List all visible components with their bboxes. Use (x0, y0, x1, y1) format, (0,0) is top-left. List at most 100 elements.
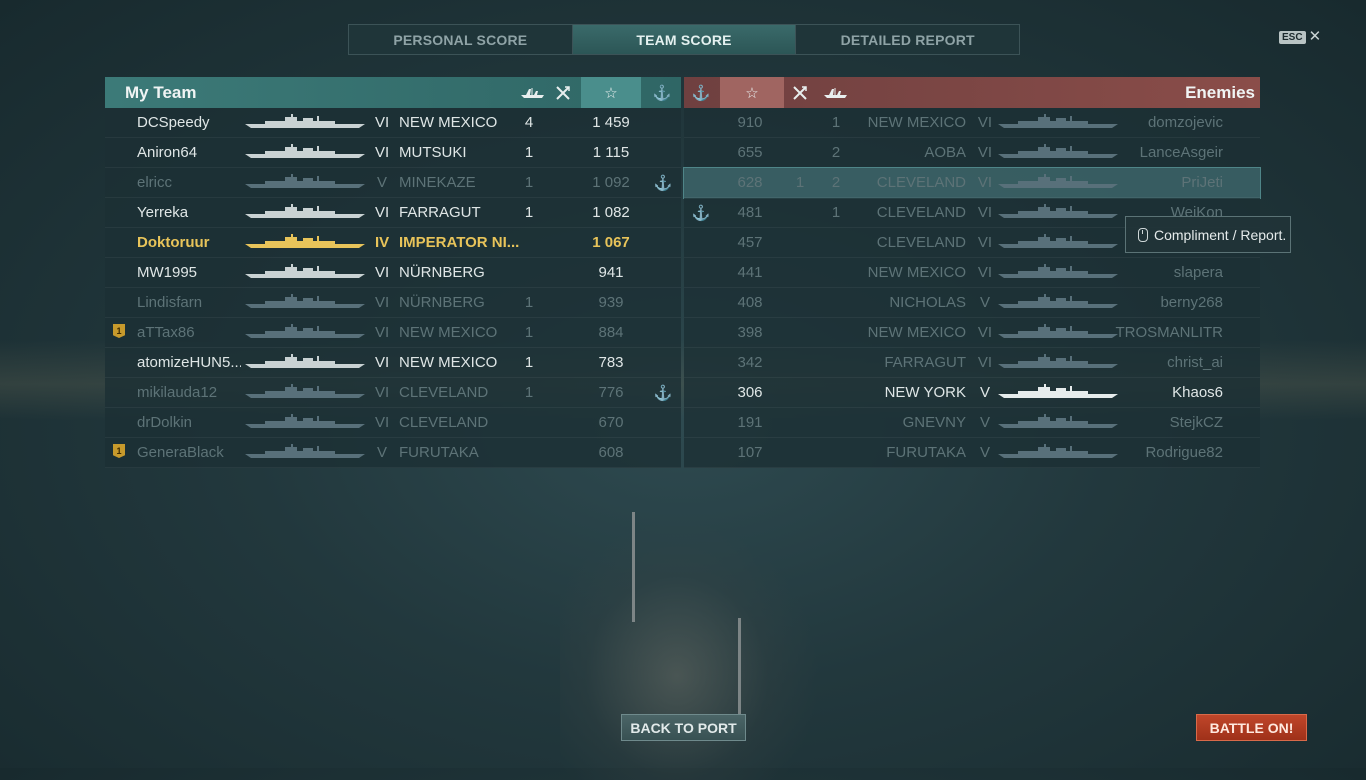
kills-count: 1 (524, 384, 534, 401)
rank-badge-icon: 1 (113, 324, 125, 338)
ship-name: GNEVNY (902, 414, 966, 431)
score-value: 398 (737, 324, 763, 341)
score-value: 783 (598, 354, 624, 371)
score-value: 408 (737, 294, 763, 311)
ship-tier: VI (375, 144, 390, 161)
ship-name: FURUTAKA (399, 444, 479, 461)
tab-personal-score[interactable]: PERSONAL SCORE (349, 25, 573, 54)
kills-count: 1 (524, 174, 534, 191)
player-name: Lindisfarn (137, 294, 203, 311)
score-value: 941 (598, 264, 624, 281)
player-row[interactable]: elricc V MINEKAZE 1 1 092 ⚓ (105, 168, 681, 198)
player-row[interactable]: drDolkin VI CLEVELAND 670 (105, 408, 681, 438)
anchor-icon: ⚓ (691, 205, 711, 222)
enemies-list: 910 1 NEW MEXICO VI domzojevic 655 2 AOBA VI Lanc… (683, 108, 1261, 468)
enemies-header: ⚓ ☆ Enemies (684, 77, 1260, 108)
player-row[interactable]: MW1995 VI NÜRNBERG 941 (105, 258, 681, 288)
ship-tier: V (376, 444, 387, 461)
player-name: aTTax86 (137, 324, 195, 341)
enemy-row[interactable]: 107 FURUTAKA V Rodrigue82 (684, 438, 1260, 468)
player-row[interactable]: 1 GeneraBlack V FURUTAKA 608 (105, 438, 681, 468)
player-name: slapera (1173, 264, 1223, 281)
ship-tier: VI (977, 234, 993, 251)
my-team-title: My Team (125, 83, 197, 102)
kills-count: 2 (831, 144, 841, 161)
score-star-icon[interactable]: ☆ (720, 77, 784, 108)
enemy-row[interactable]: 910 1 NEW MEXICO VI domzojevic (684, 108, 1260, 138)
ship-silhouette-icon (998, 294, 1118, 312)
my-team-header: My Team ☆ ⚓ (105, 77, 681, 108)
player-row[interactable]: 1 aTTax86 VI NEW MEXICO 1 884 (105, 318, 681, 348)
ship-silhouette-icon (245, 204, 365, 222)
ship-tier: VI (977, 114, 993, 131)
score-value: 107 (737, 444, 763, 461)
ship-name: NICHOLAS (889, 294, 966, 311)
ship-tier: V (979, 384, 990, 401)
score-value: 655 (737, 144, 763, 161)
ship-silhouette-icon (998, 444, 1118, 462)
ship-silhouette-icon (998, 204, 1118, 222)
player-row[interactable]: mikilauda12 VI CLEVELAND 1 776 ⚓ (105, 378, 681, 408)
score-value: 910 (737, 114, 763, 131)
enemy-row[interactable]: 398 NEW MEXICO VI TROSMANLITR (684, 318, 1260, 348)
ship-tier: V (979, 444, 990, 461)
ship-name: CLEVELAND (399, 414, 489, 431)
enemy-row[interactable]: 408 NICHOLAS Vberny268 (684, 288, 1260, 318)
ship-silhouette-icon (998, 114, 1118, 132)
back-to-port-button[interactable]: BACK TO PORT (621, 714, 746, 741)
player-name: christ_ai (1167, 354, 1223, 371)
score-value: 884 (598, 324, 624, 341)
tab-team-score[interactable]: TEAM SCORE (572, 25, 797, 54)
ship-name: MINEKAZE (399, 174, 476, 191)
player-row[interactable]: Doktoruur IV IMPERATOR NI... 1 067 (105, 228, 681, 258)
score-value: 306 (737, 384, 763, 401)
player-name: drDolkin (137, 414, 193, 431)
ship-tier: VI (375, 354, 390, 371)
battle-on-button[interactable]: BATTLE ON! (1196, 714, 1307, 741)
close-button[interactable]: ESC ✕ (1279, 29, 1321, 44)
ship-silhouette-icon (998, 264, 1118, 282)
ship-silhouette-icon (245, 444, 365, 462)
enemies-panel: ⚓ ☆ Enemies 910 1 NEW MEXICO VI domzojevic 65… (683, 77, 1261, 468)
enemies-title: Enemies (1185, 83, 1255, 102)
player-row[interactable]: DCSpeedy VI NEW MEXICO 4 1 459 (105, 108, 681, 138)
player-row[interactable]: atomizeHUN5... VI NEW MEXICO 1 783 (105, 348, 681, 378)
ship-tier: V (979, 294, 990, 311)
anchor-icon: ⚓ (652, 84, 672, 102)
ship-tier: VI (375, 204, 390, 221)
ship-silhouette-icon (245, 384, 365, 402)
ship-tier: IV (375, 234, 390, 251)
enemy-row[interactable]: 191 GNEVNY V StejkCZ (684, 408, 1260, 438)
player-name: Khaos6 (1172, 384, 1223, 401)
player-row[interactable]: Aniron64 VI MUTSUKI 1 1 115 (105, 138, 681, 168)
ship-tier: VI (977, 204, 993, 221)
enemy-row[interactable]: 342 FARRAGUT VI christ_ai (684, 348, 1260, 378)
ship-silhouette-icon (998, 384, 1118, 402)
ship-name: NEW MEXICO (399, 354, 498, 371)
kills-count: 1 (524, 294, 534, 311)
ship-silhouette-icon (245, 264, 365, 282)
kills-count: 2 (831, 174, 841, 191)
ship-tier: VI (977, 264, 993, 281)
ship-name: CLEVELAND (876, 234, 966, 251)
enemy-row[interactable]: 628 1 2 CLEVELAND VI PriJeti (683, 167, 1261, 199)
player-name: TROSMANLITR (1115, 324, 1223, 341)
ship-name: NEW YORK (884, 384, 966, 401)
player-row[interactable]: Yerreka VI FARRAGUT 1 1 082 (105, 198, 681, 228)
enemy-row[interactable]: 655 2 AOBA VI LanceAsgeir (684, 138, 1260, 168)
tab-detailed-report[interactable]: DETAILED REPORT (796, 25, 1019, 54)
ship-tier: VI (977, 324, 993, 341)
player-name: PriJeti (1181, 174, 1223, 191)
player-row[interactable]: Lindisfarn VI NÜRNBERG 1 939 (105, 288, 681, 318)
score-star-icon[interactable]: ☆ (581, 77, 641, 108)
player-name: Doktoruur (137, 234, 210, 251)
kills-count: 1 (524, 204, 534, 221)
score-value: 608 (598, 444, 624, 461)
ship-tier: VI (375, 264, 390, 281)
enemy-row[interactable]: 441 NEW MEXICO VI slapera (684, 258, 1260, 288)
ship-silhouette-icon (998, 234, 1118, 252)
enemy-row[interactable]: 306 NEW YORK V Khaos6 (684, 378, 1260, 408)
ship-silhouette-icon (998, 174, 1118, 192)
player-name: GeneraBlack (137, 444, 224, 461)
kills-count: 4 (524, 114, 534, 131)
